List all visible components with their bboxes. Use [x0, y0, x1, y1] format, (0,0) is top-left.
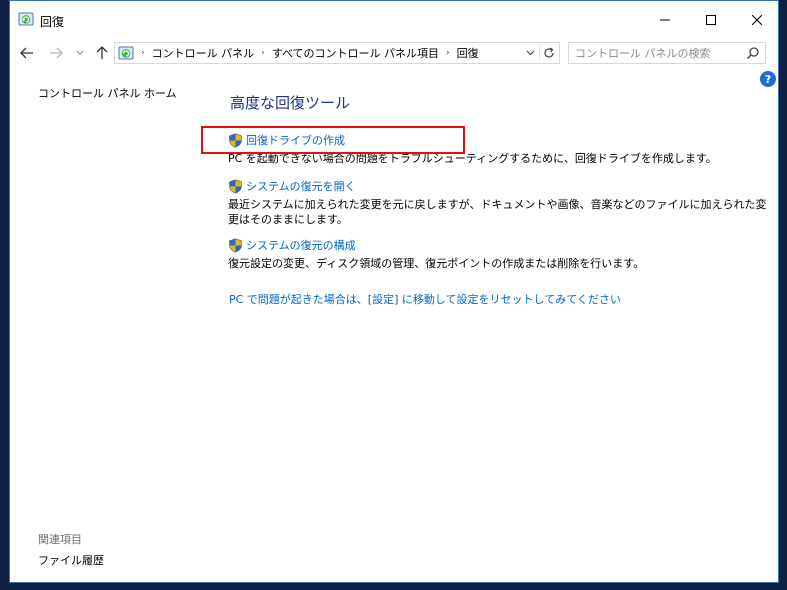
address-bar[interactable]: › コントロール パネル › すべてのコントロール パネル項目 › 回復 — [114, 42, 560, 64]
recovery-window: 回復 › コントロール パネル › すべてのコントロール パネル項目 › 回復 … — [9, 0, 779, 583]
breadcrumb-separator: › — [141, 48, 145, 58]
task-label[interactable]: システムの復元の構成 — [246, 237, 356, 253]
related-section-title: 関連項目 — [38, 533, 82, 546]
close-button[interactable] — [734, 1, 780, 39]
arrow-up-icon — [96, 46, 108, 59]
refresh-icon — [543, 47, 554, 58]
maximize-icon — [706, 15, 716, 25]
recovery-icon — [18, 12, 34, 26]
up-button[interactable] — [92, 43, 112, 63]
forward-button[interactable] — [46, 43, 66, 63]
navigation-bar: › コントロール パネル › すべてのコントロール パネル項目 › 回復 — [10, 39, 778, 67]
maximize-button[interactable] — [688, 1, 734, 39]
configure-system-restore-link[interactable]: システムの復元の構成 — [228, 237, 768, 253]
chevron-down-icon — [526, 50, 534, 56]
task-label[interactable]: システムの復元を開く — [246, 178, 356, 194]
minimize-button[interactable] — [642, 1, 688, 39]
recovery-icon — [118, 46, 134, 60]
recent-locations-button[interactable] — [70, 43, 90, 63]
breadcrumb-control-panel[interactable]: コントロール パネル — [152, 45, 255, 61]
breadcrumb-all-items[interactable]: すべてのコントロール パネル項目 — [272, 45, 439, 61]
address-dropdown-button[interactable] — [523, 46, 537, 60]
uac-shield-icon — [229, 237, 242, 253]
highlight-box — [201, 126, 465, 154]
task-description: 復元設定の変更、ディスク領域の管理、復元ポイントの作成または削除を行います。 — [228, 257, 645, 270]
window-title: 回復 — [40, 15, 65, 29]
control-panel-home-link[interactable]: コントロール パネル ホーム — [38, 85, 177, 101]
search-input[interactable] — [575, 46, 745, 60]
chevron-down-icon — [76, 50, 84, 55]
task-description: 最近システムに加えられた変更を元に戻しますが、ドキュメントや画像、音楽などのファ… — [228, 198, 767, 226]
title-bar[interactable]: 回復 — [10, 1, 778, 39]
file-history-link[interactable]: ファイル履歴 — [38, 552, 104, 568]
search-icon[interactable] — [746, 46, 760, 60]
breadcrumb-separator[interactable]: › — [261, 48, 265, 58]
reset-settings-link[interactable]: PC で問題が起きた場合は、[設定] に移動して設定をリセットしてみてください — [229, 291, 621, 307]
breadcrumb-separator[interactable]: › — [446, 48, 450, 58]
uac-shield-icon — [229, 178, 242, 194]
open-system-restore-link[interactable]: システムの復元を開く — [228, 178, 768, 194]
arrow-left-icon — [20, 47, 33, 59]
breadcrumb-recovery[interactable]: 回復 — [457, 45, 479, 61]
minimize-icon — [660, 19, 670, 21]
refresh-button[interactable] — [539, 45, 557, 61]
page-title: 高度な回復ツール — [230, 94, 351, 112]
task-configure-system-restore: システムの復元の構成 復元設定の変更、ディスク領域の管理、復元ポイントの作成また… — [228, 237, 768, 271]
task-open-system-restore: システムの復元を開く 最近システムに加えられた変更を元に戻しますが、ドキュメント… — [228, 178, 768, 227]
arrow-right-icon — [50, 47, 63, 59]
help-icon[interactable]: ? — [760, 71, 776, 87]
search-box[interactable] — [568, 42, 766, 64]
back-button[interactable] — [17, 43, 37, 63]
close-icon — [752, 15, 762, 25]
